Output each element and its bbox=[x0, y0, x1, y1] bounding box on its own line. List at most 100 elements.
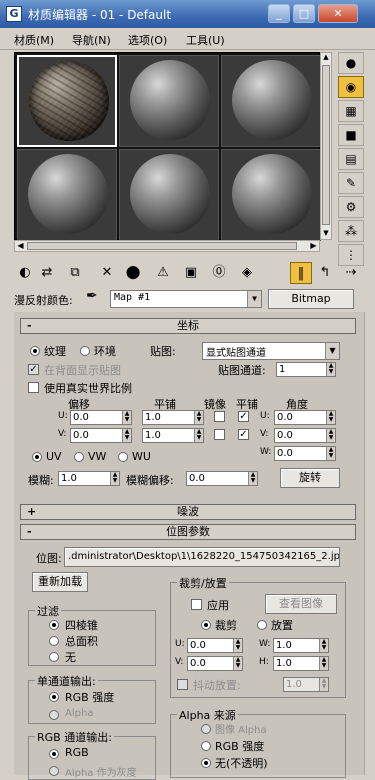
show-end-result-icon[interactable]: ‖ bbox=[290, 262, 312, 284]
slots-scrollbar[interactable]: ◀ ▶ bbox=[14, 240, 320, 252]
w-angle-spinner[interactable]: 0.0 ▲ ▼ bbox=[274, 446, 336, 461]
vscroll-thumb[interactable] bbox=[322, 65, 330, 225]
crop-radio[interactable] bbox=[201, 620, 211, 630]
chevron-down-icon[interactable]: ▼ bbox=[247, 291, 261, 307]
show-map-in-viewport-icon[interactable]: ◈ bbox=[236, 262, 258, 284]
spinner-arrows-icon[interactable]: ▲ ▼ bbox=[194, 429, 203, 442]
go-to-parent-icon[interactable]: ↰ bbox=[314, 262, 336, 284]
video-color-check-icon[interactable]: ▤ bbox=[338, 148, 364, 170]
mapping-select[interactable]: 显式贴图通道 ▼ bbox=[202, 342, 340, 360]
map-channel-spinner[interactable]: 1 ▲ ▼ bbox=[276, 362, 336, 377]
scroll-right-icon[interactable]: ▶ bbox=[308, 241, 319, 251]
panel-scrollbar[interactable] bbox=[364, 312, 375, 775]
spinner-arrows-icon[interactable]: ▲ ▼ bbox=[326, 363, 335, 376]
place-radio[interactable] bbox=[257, 620, 267, 630]
environment-radio[interactable] bbox=[80, 346, 90, 356]
spinner-arrows-icon[interactable]: ▲ ▼ bbox=[248, 472, 257, 485]
reload-button[interactable]: 重新加载 bbox=[32, 572, 88, 592]
chevron-down-icon[interactable]: ▼ bbox=[325, 343, 339, 359]
spinner-arrows-icon[interactable]: ▲ ▼ bbox=[122, 411, 131, 424]
v-tile-checkbox[interactable]: ✓ bbox=[238, 429, 249, 440]
real-world-checkbox[interactable] bbox=[28, 382, 39, 393]
rgb-radio[interactable] bbox=[49, 749, 59, 759]
sample-slot-6[interactable] bbox=[221, 149, 321, 241]
blur-offset-spinner[interactable]: 0.0 ▲ ▼ bbox=[186, 471, 258, 486]
spinner-arrows-icon[interactable]: ▲ ▼ bbox=[194, 411, 203, 424]
vw-radio[interactable] bbox=[74, 452, 84, 462]
sample-slot-4[interactable] bbox=[17, 149, 117, 241]
sample-slot-3[interactable] bbox=[221, 55, 321, 147]
scroll-down-icon[interactable]: ▼ bbox=[321, 229, 331, 239]
v-mirror-checkbox[interactable] bbox=[214, 429, 225, 440]
crop-u-spinner[interactable]: 0.0 ▲ ▼ bbox=[187, 638, 243, 653]
coordinates-rollout-header[interactable]: - 坐标 bbox=[20, 318, 356, 334]
minimize-button[interactable]: _ bbox=[268, 4, 290, 23]
apply-checkbox[interactable] bbox=[191, 599, 202, 610]
bitmap-path-button[interactable]: .dministrator\Desktop\1\1628220_15475034… bbox=[64, 547, 340, 567]
make-unique-icon[interactable]: ⚠ bbox=[152, 262, 174, 284]
v-tiling-spinner[interactable]: 1.0 ▲ ▼ bbox=[142, 428, 204, 443]
sample-type-icon[interactable]: ● bbox=[338, 52, 364, 74]
u-tile-checkbox[interactable]: ✓ bbox=[238, 411, 249, 422]
mono-rgb-intensity-radio[interactable] bbox=[49, 692, 59, 702]
show-back-checkbox[interactable]: ✓ bbox=[28, 364, 39, 375]
jitter-checkbox[interactable] bbox=[177, 679, 188, 690]
scroll-up-icon[interactable]: ▲ bbox=[321, 53, 331, 63]
noise-rollout-header[interactable]: + 噪波 bbox=[20, 504, 356, 520]
eyedropper-icon[interactable]: ✒ bbox=[86, 288, 98, 304]
crop-h-spinner[interactable]: 1.0 ▲ ▼ bbox=[273, 656, 329, 671]
close-button[interactable]: ✕ bbox=[318, 4, 358, 23]
rotate-button[interactable]: 旋转 bbox=[280, 468, 340, 488]
v-offset-spinner[interactable]: 0.0 ▲ ▼ bbox=[70, 428, 132, 443]
alpha-rgb-intensity-radio[interactable] bbox=[201, 741, 211, 751]
pyramidal-radio[interactable] bbox=[49, 620, 59, 630]
spinner-arrows-icon[interactable]: ▲ ▼ bbox=[319, 639, 328, 652]
spinner-arrows-icon[interactable]: ▲ ▼ bbox=[233, 639, 242, 652]
u-angle-spinner[interactable]: 0.0 ▲ ▼ bbox=[274, 410, 336, 425]
image-alpha-radio[interactable] bbox=[201, 724, 211, 734]
put-to-scene-icon[interactable]: ⇄ bbox=[36, 262, 58, 284]
menu-navigation[interactable]: 导航(N) bbox=[72, 32, 111, 48]
get-material-icon[interactable]: ◐ bbox=[14, 262, 36, 284]
slots-vscroll[interactable]: ▲ ▼ bbox=[320, 52, 332, 240]
spinner-arrows-icon[interactable]: ▲ ▼ bbox=[319, 678, 328, 691]
menu-utilities[interactable]: 工具(U) bbox=[186, 32, 225, 48]
uv-tiling-icon[interactable]: ■ bbox=[338, 124, 364, 146]
map-name-field[interactable]: Map #1 ▼ bbox=[110, 290, 262, 308]
spinner-arrows-icon[interactable]: ▲ ▼ bbox=[110, 472, 119, 485]
go-forward-sibling-icon[interactable]: ⇢ bbox=[340, 262, 362, 284]
u-tiling-spinner[interactable]: 1.0 ▲ ▼ bbox=[142, 410, 204, 425]
none-opaque-radio[interactable] bbox=[201, 758, 211, 768]
spinner-arrows-icon[interactable]: ▲ ▼ bbox=[233, 657, 242, 670]
spinner-arrows-icon[interactable]: ▲ ▼ bbox=[326, 411, 335, 424]
scroll-thumb[interactable] bbox=[27, 242, 297, 250]
spinner-arrows-icon[interactable]: ▲ ▼ bbox=[326, 447, 335, 460]
options-icon[interactable]: ⚙ bbox=[338, 196, 364, 218]
summed-area-radio[interactable] bbox=[49, 636, 59, 646]
spinner-arrows-icon[interactable]: ▲ ▼ bbox=[326, 429, 335, 442]
jitter-spinner[interactable]: 1.0 ▲ ▼ bbox=[283, 677, 329, 692]
background-checker-icon[interactable]: ▦ bbox=[338, 100, 364, 122]
map-type-button[interactable]: Bitmap bbox=[268, 289, 354, 309]
blur-spinner[interactable]: 1.0 ▲ ▼ bbox=[58, 471, 120, 486]
u-mirror-checkbox[interactable] bbox=[214, 411, 225, 422]
filter-none-radio[interactable] bbox=[49, 652, 59, 662]
assign-to-selection-icon[interactable]: ⧉ bbox=[64, 262, 86, 284]
bitmap-rollout-header[interactable]: - 位图参数 bbox=[20, 524, 356, 540]
v-angle-spinner[interactable]: 0.0 ▲ ▼ bbox=[274, 428, 336, 443]
uv-radio[interactable] bbox=[32, 452, 42, 462]
reset-map-icon[interactable]: ✕ bbox=[96, 262, 118, 284]
maximize-button[interactable]: □ bbox=[293, 4, 315, 23]
spinner-arrows-icon[interactable]: ▲ ▼ bbox=[122, 429, 131, 442]
sample-slot-5[interactable] bbox=[119, 149, 219, 241]
texture-radio[interactable] bbox=[30, 346, 40, 356]
wu-radio[interactable] bbox=[118, 452, 128, 462]
crop-w-spinner[interactable]: 1.0 ▲ ▼ bbox=[273, 638, 329, 653]
backlight-icon[interactable]: ◉ bbox=[338, 76, 364, 98]
mono-alpha-radio[interactable] bbox=[49, 710, 59, 720]
crop-v-spinner[interactable]: 0.0 ▲ ▼ bbox=[187, 656, 243, 671]
scroll-left-icon[interactable]: ◀ bbox=[15, 241, 26, 251]
sample-slot-1[interactable] bbox=[17, 55, 117, 147]
menu-material[interactable]: 材质(M) bbox=[14, 32, 54, 48]
spinner-arrows-icon[interactable]: ▲ ▼ bbox=[319, 657, 328, 670]
